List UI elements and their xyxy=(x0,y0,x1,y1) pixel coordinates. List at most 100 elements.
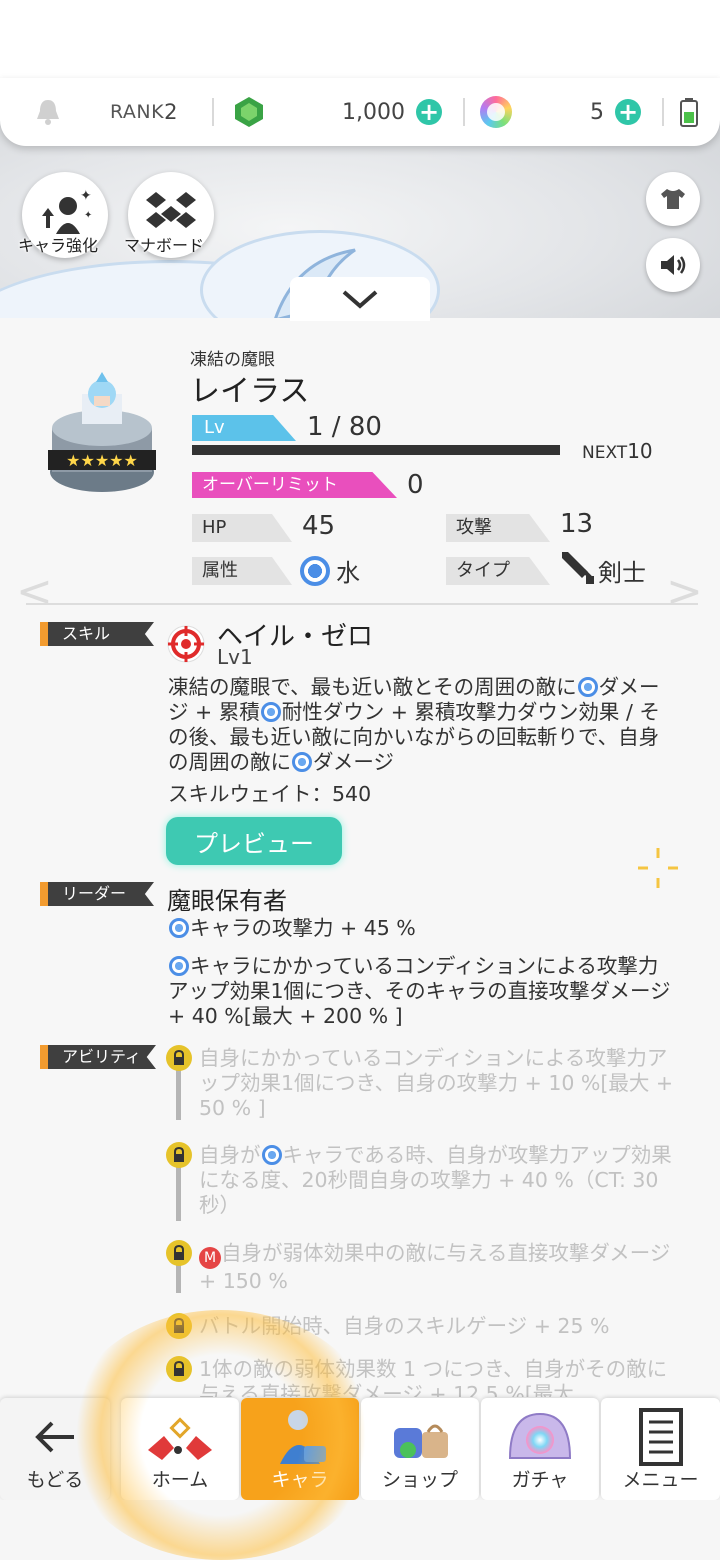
next-label: NEXT xyxy=(582,443,628,463)
add-gem-button[interactable]: + xyxy=(416,78,442,146)
orb-amount: 5 xyxy=(590,78,604,146)
notification-bell-icon[interactable] xyxy=(34,78,62,146)
header-divider xyxy=(662,98,664,126)
next-exp: NEXT10 xyxy=(582,439,653,463)
ability-item: 自身にかかっているコンディションによる攻撃力アップ効果1個につき、自身の攻撃力 … xyxy=(199,1046,674,1120)
melee-badge-icon: M xyxy=(199,1247,221,1269)
skill-weight: スキルウェイト：540 xyxy=(168,782,372,806)
nav-gacha-label: ガチャ xyxy=(511,1469,569,1491)
water-icon xyxy=(261,1145,282,1165)
ability-item: M 自身が弱体効果中の敵に与える直接攻撃ダメージ + 150 % xyxy=(199,1241,679,1294)
ability-text: 自身が弱体効果中の敵に与える直接攻撃ダメージ + 150 % xyxy=(199,1241,671,1293)
lock-icon xyxy=(166,1356,192,1382)
svg-text:✦: ✦ xyxy=(80,188,92,204)
header-divider xyxy=(463,98,465,126)
plus-icon: + xyxy=(416,99,442,125)
attack-value: 13 xyxy=(560,509,594,539)
leader-effect-2: キャラにかかっているコンディションによる攻撃力アップ効果1個につき、そのキャラの… xyxy=(168,954,678,1029)
nav-chara-label: キャラ xyxy=(271,1469,329,1491)
leader-effect-1: キャラの攻撃力 + 45 % xyxy=(168,916,678,941)
overlimit-value: 0 xyxy=(407,470,424,500)
ability-item: 自身が キャラである時、自身が攻撃力アップ効果になる度、20秒間自身の攻撃力 + … xyxy=(199,1143,679,1218)
divider xyxy=(26,603,698,605)
water-icon xyxy=(169,956,189,976)
lock-icon xyxy=(166,1045,192,1071)
water-icon xyxy=(260,702,281,722)
orb-amount-text: 5 xyxy=(590,99,604,125)
type-value: 剣士 xyxy=(598,559,646,587)
next-value: 10 xyxy=(627,439,653,463)
nav-gacha[interactable]: ガチャ xyxy=(481,1398,599,1500)
nav-chara[interactable]: キャラ xyxy=(241,1398,359,1500)
next-character-button[interactable]: > xyxy=(666,566,703,617)
nav-back[interactable]: もどる xyxy=(0,1398,110,1500)
ability-text: 自身が xyxy=(199,1143,261,1167)
nav-home[interactable]: ホーム xyxy=(121,1398,239,1500)
gem-icon xyxy=(232,78,266,146)
svg-text:✦: ✦ xyxy=(84,210,92,221)
leader-section-tag: リーダー xyxy=(40,882,154,906)
lock-icon xyxy=(166,1142,192,1168)
nav-back-label: もどる xyxy=(26,1469,84,1491)
shop-icon xyxy=(394,1424,448,1458)
status-area xyxy=(0,0,720,90)
mana-board-label: マナボード xyxy=(124,236,205,255)
water-icon xyxy=(169,918,189,938)
ability-item: バトル開始時、自身のスキルゲージ + 25 % xyxy=(199,1314,610,1338)
header-bar: RANK 2 1,000 + 5 + xyxy=(0,78,720,146)
lock-icon xyxy=(166,1313,192,1339)
voice-button[interactable] xyxy=(646,238,700,292)
mana-board-icon xyxy=(146,192,196,228)
svg-text:★★★★★: ★★★★★ xyxy=(66,451,138,470)
overlimit-label: オーバーリミット xyxy=(192,472,397,498)
add-orb-button[interactable]: + xyxy=(615,78,641,146)
skill-target-icon xyxy=(167,625,205,663)
chara-icon xyxy=(280,1410,326,1464)
plus-icon: + xyxy=(615,99,641,125)
character-name: レイラス xyxy=(190,374,310,409)
collapse-button[interactable] xyxy=(290,277,430,321)
rank-label: RANK xyxy=(110,101,165,123)
leader-skill-name: 魔眼保有者 xyxy=(167,887,287,915)
prev-character-button[interactable]: < xyxy=(16,566,53,617)
hp-value: 45 xyxy=(302,511,336,541)
chara-enhance-label: キャラ強化 xyxy=(18,236,99,255)
gem-amount: 1,000 xyxy=(342,78,405,146)
water-icon xyxy=(292,752,312,772)
shirt-icon xyxy=(661,189,685,209)
nav-menu[interactable]: メニュー xyxy=(601,1398,720,1500)
bottom-navigation: もどる ホーム キャラ ショップ ガチャ メニュー xyxy=(0,1398,720,1500)
nav-home-label: ホーム xyxy=(151,1469,209,1491)
menu-list-icon xyxy=(638,1408,683,1466)
gacha-icon xyxy=(508,1412,572,1459)
speaker-icon xyxy=(661,255,686,275)
water-icon xyxy=(577,677,598,697)
element-value: 水 xyxy=(336,559,360,587)
sparkle-icon xyxy=(638,848,678,888)
gem-amount-text: 1,000 xyxy=(342,99,405,125)
water-element-icon xyxy=(300,556,330,586)
ability-item: 1体の敵の弱体効果数 1 つにつき、自身がその敵に与える直接攻撃ダメージ + 1… xyxy=(199,1357,668,1397)
home-icon xyxy=(148,1417,212,1460)
battery-icon xyxy=(679,78,699,146)
character-portrait[interactable]: ★★★★★ xyxy=(44,372,160,496)
nav-shop[interactable]: ショップ xyxy=(361,1398,479,1500)
sword-icon xyxy=(562,552,594,584)
lock-icon xyxy=(166,1240,192,1266)
leader-effect-text: キャラの攻撃力 + 45 % xyxy=(190,916,416,940)
costume-button[interactable] xyxy=(646,172,700,226)
rank-display: RANK 2 xyxy=(110,78,177,146)
skill-description: 凍結の魔眼で、最も近い敵とその周囲の敵に ダメージ + 累積 耐性ダウン + 累積攻… xyxy=(168,675,678,775)
chevron-down-icon xyxy=(342,290,378,309)
nav-menu-label: メニュー xyxy=(622,1469,699,1491)
skill-level: Lv1 xyxy=(217,645,253,669)
preview-button[interactable]: プレビュー xyxy=(166,817,342,865)
skill-desc-text: 凍結の魔眼で、最も近い敵とその周囲の敵に xyxy=(168,675,577,699)
orb-icon xyxy=(480,78,512,146)
header-divider xyxy=(212,98,214,126)
skill-section-tag: スキル xyxy=(40,622,154,646)
rank-value: 2 xyxy=(164,100,178,124)
back-arrow-icon xyxy=(35,1421,74,1453)
exp-bar xyxy=(192,445,560,455)
chara-enhance-icon: ✦ ✦ xyxy=(42,188,92,234)
